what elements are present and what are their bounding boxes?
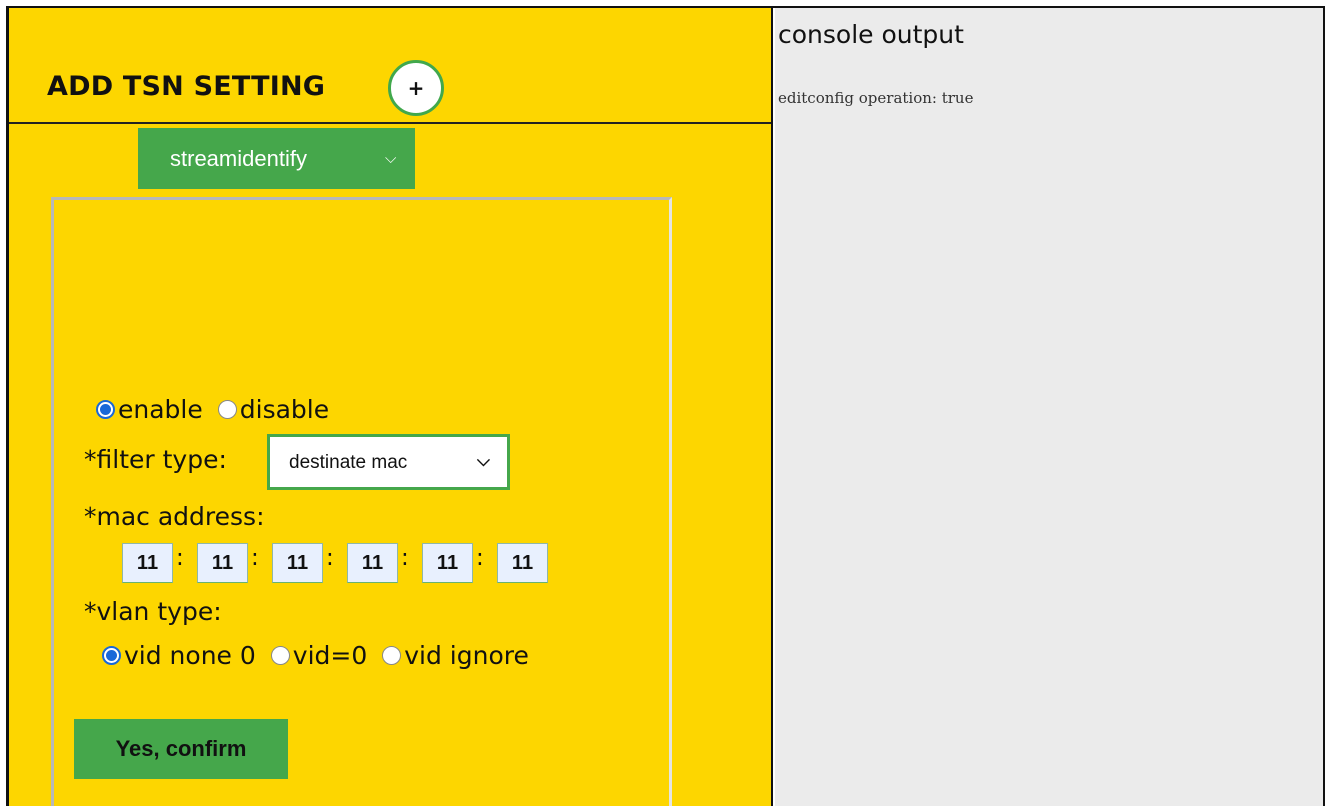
tsn-setting-panel: ADD TSN SETTING + streamidentify ⌵ enabl… [9,8,773,806]
radio-disable-indicator[interactable] [217,400,237,419]
mac-separator: : [251,545,259,571]
console-panel: console output editconfig operation: tru… [775,8,1323,806]
mac-octet-1[interactable]: 11 [122,543,173,583]
vlan-type-radio-group: vid none 0 vid=0 vid ignore [102,641,544,670]
plus-icon: + [407,75,425,100]
filter-type-value: destinate mac [289,452,408,473]
filter-type-label: *filter type: [84,445,227,474]
console-title: console output [778,20,964,49]
radio-vid-0-label: vid=0 [292,641,368,670]
mac-separator: : [476,545,484,571]
radio-disable[interactable]: disable [217,395,330,424]
mac-octet-5[interactable]: 11 [422,543,473,583]
panel-header: ADD TSN SETTING + [9,8,771,124]
vlan-type-label: *vlan type: [84,597,222,626]
mac-octet-2[interactable]: 11 [197,543,248,583]
radio-vid-none-0-indicator[interactable] [102,646,121,665]
status-radio-group: enable disable [96,395,344,424]
radio-vid-none-0[interactable]: vid none 0 [102,641,256,670]
radio-enable-label: enable [118,395,203,424]
setting-type-select[interactable]: streamidentify ⌵ [138,128,415,189]
radio-vid-none-0-label: vid none 0 [124,641,256,670]
mac-address-label: *mac address: [84,502,265,531]
radio-disable-label: disable [239,395,330,424]
mac-octet-4[interactable]: 11 [347,543,398,583]
chevron-down-icon: ⌵ [477,451,490,471]
filter-type-select[interactable]: destinate mac ⌵ [267,434,510,490]
confirm-button[interactable]: Yes, confirm [74,719,288,779]
radio-vid-ignore-indicator[interactable] [382,646,402,665]
radio-vid-ignore[interactable]: vid ignore [382,641,529,670]
add-setting-button[interactable]: + [388,60,444,116]
radio-enable-indicator[interactable] [96,400,115,419]
page-title: ADD TSN SETTING [47,71,326,102]
mac-separator: : [176,545,184,571]
chevron-down-icon: ⌵ [385,149,397,167]
setting-type-value: streamidentify [170,146,307,171]
radio-vid-0-indicator[interactable] [270,646,290,665]
mac-separator: : [401,545,409,571]
console-line: editconfig operation: true [778,89,974,107]
radio-vid-0[interactable]: vid=0 [270,641,368,670]
mac-octet-6[interactable]: 11 [497,543,548,583]
mac-separator: : [326,545,334,571]
radio-vid-ignore-label: vid ignore [404,641,529,670]
mac-octet-3[interactable]: 11 [272,543,323,583]
radio-enable[interactable]: enable [96,395,203,424]
